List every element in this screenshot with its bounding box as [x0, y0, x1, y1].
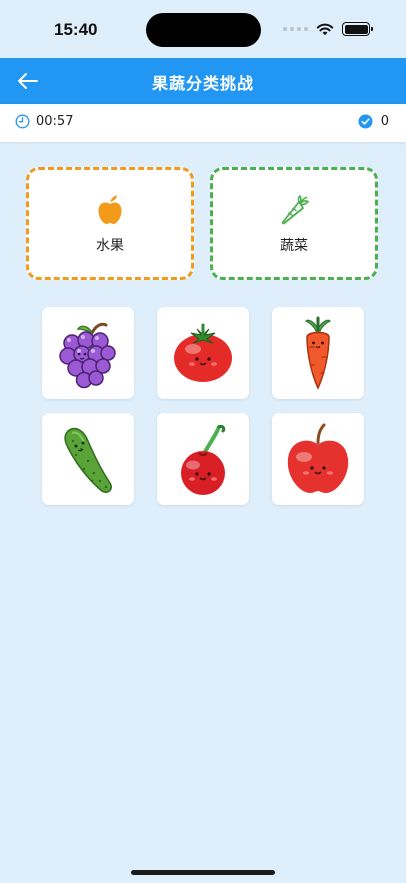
- info-bar: 00:57 0: [0, 104, 406, 142]
- wifi-icon: [316, 23, 334, 36]
- status-icons: [283, 22, 373, 36]
- vegetable-drop-zone[interactable]: 蔬菜: [210, 167, 378, 280]
- cucumber-card[interactable]: [42, 413, 134, 505]
- carrot-card[interactable]: [272, 307, 364, 399]
- battery-icon: [342, 22, 373, 36]
- carrot-icon: [281, 194, 310, 224]
- apple-icon: [287, 423, 349, 493]
- cherry-card[interactable]: [157, 413, 249, 505]
- nav-bar: 果蔬分类挑战: [0, 58, 406, 104]
- tomato-card[interactable]: [157, 307, 249, 399]
- status-time: 15:40: [54, 20, 98, 39]
- apple-card[interactable]: [272, 413, 364, 505]
- clock-icon: [15, 114, 30, 129]
- timer: 00:57: [15, 114, 73, 129]
- apple-icon: [98, 195, 122, 224]
- carrot-icon: [304, 316, 332, 390]
- home-indicator: [131, 870, 275, 875]
- signal-icon: [283, 27, 308, 31]
- fruit-label: 水果: [96, 237, 124, 254]
- cherry-icon: [181, 425, 226, 495]
- check-circle-icon: [358, 114, 373, 129]
- page-title: 果蔬分类挑战: [151, 74, 254, 93]
- grapes-card[interactable]: [42, 307, 134, 399]
- cucumber-icon: [64, 427, 113, 494]
- grapes-icon: [59, 322, 116, 389]
- fruit-drop-zone[interactable]: 水果: [26, 167, 194, 280]
- score-value: 0: [380, 114, 389, 129]
- status-bar: 15:40: [0, 0, 406, 58]
- dynamic-island: [146, 13, 261, 47]
- vegetable-label: 蔬菜: [280, 237, 308, 254]
- timer-value: 00:57: [36, 114, 74, 129]
- tomato-icon: [174, 323, 232, 382]
- score: 0: [358, 114, 389, 129]
